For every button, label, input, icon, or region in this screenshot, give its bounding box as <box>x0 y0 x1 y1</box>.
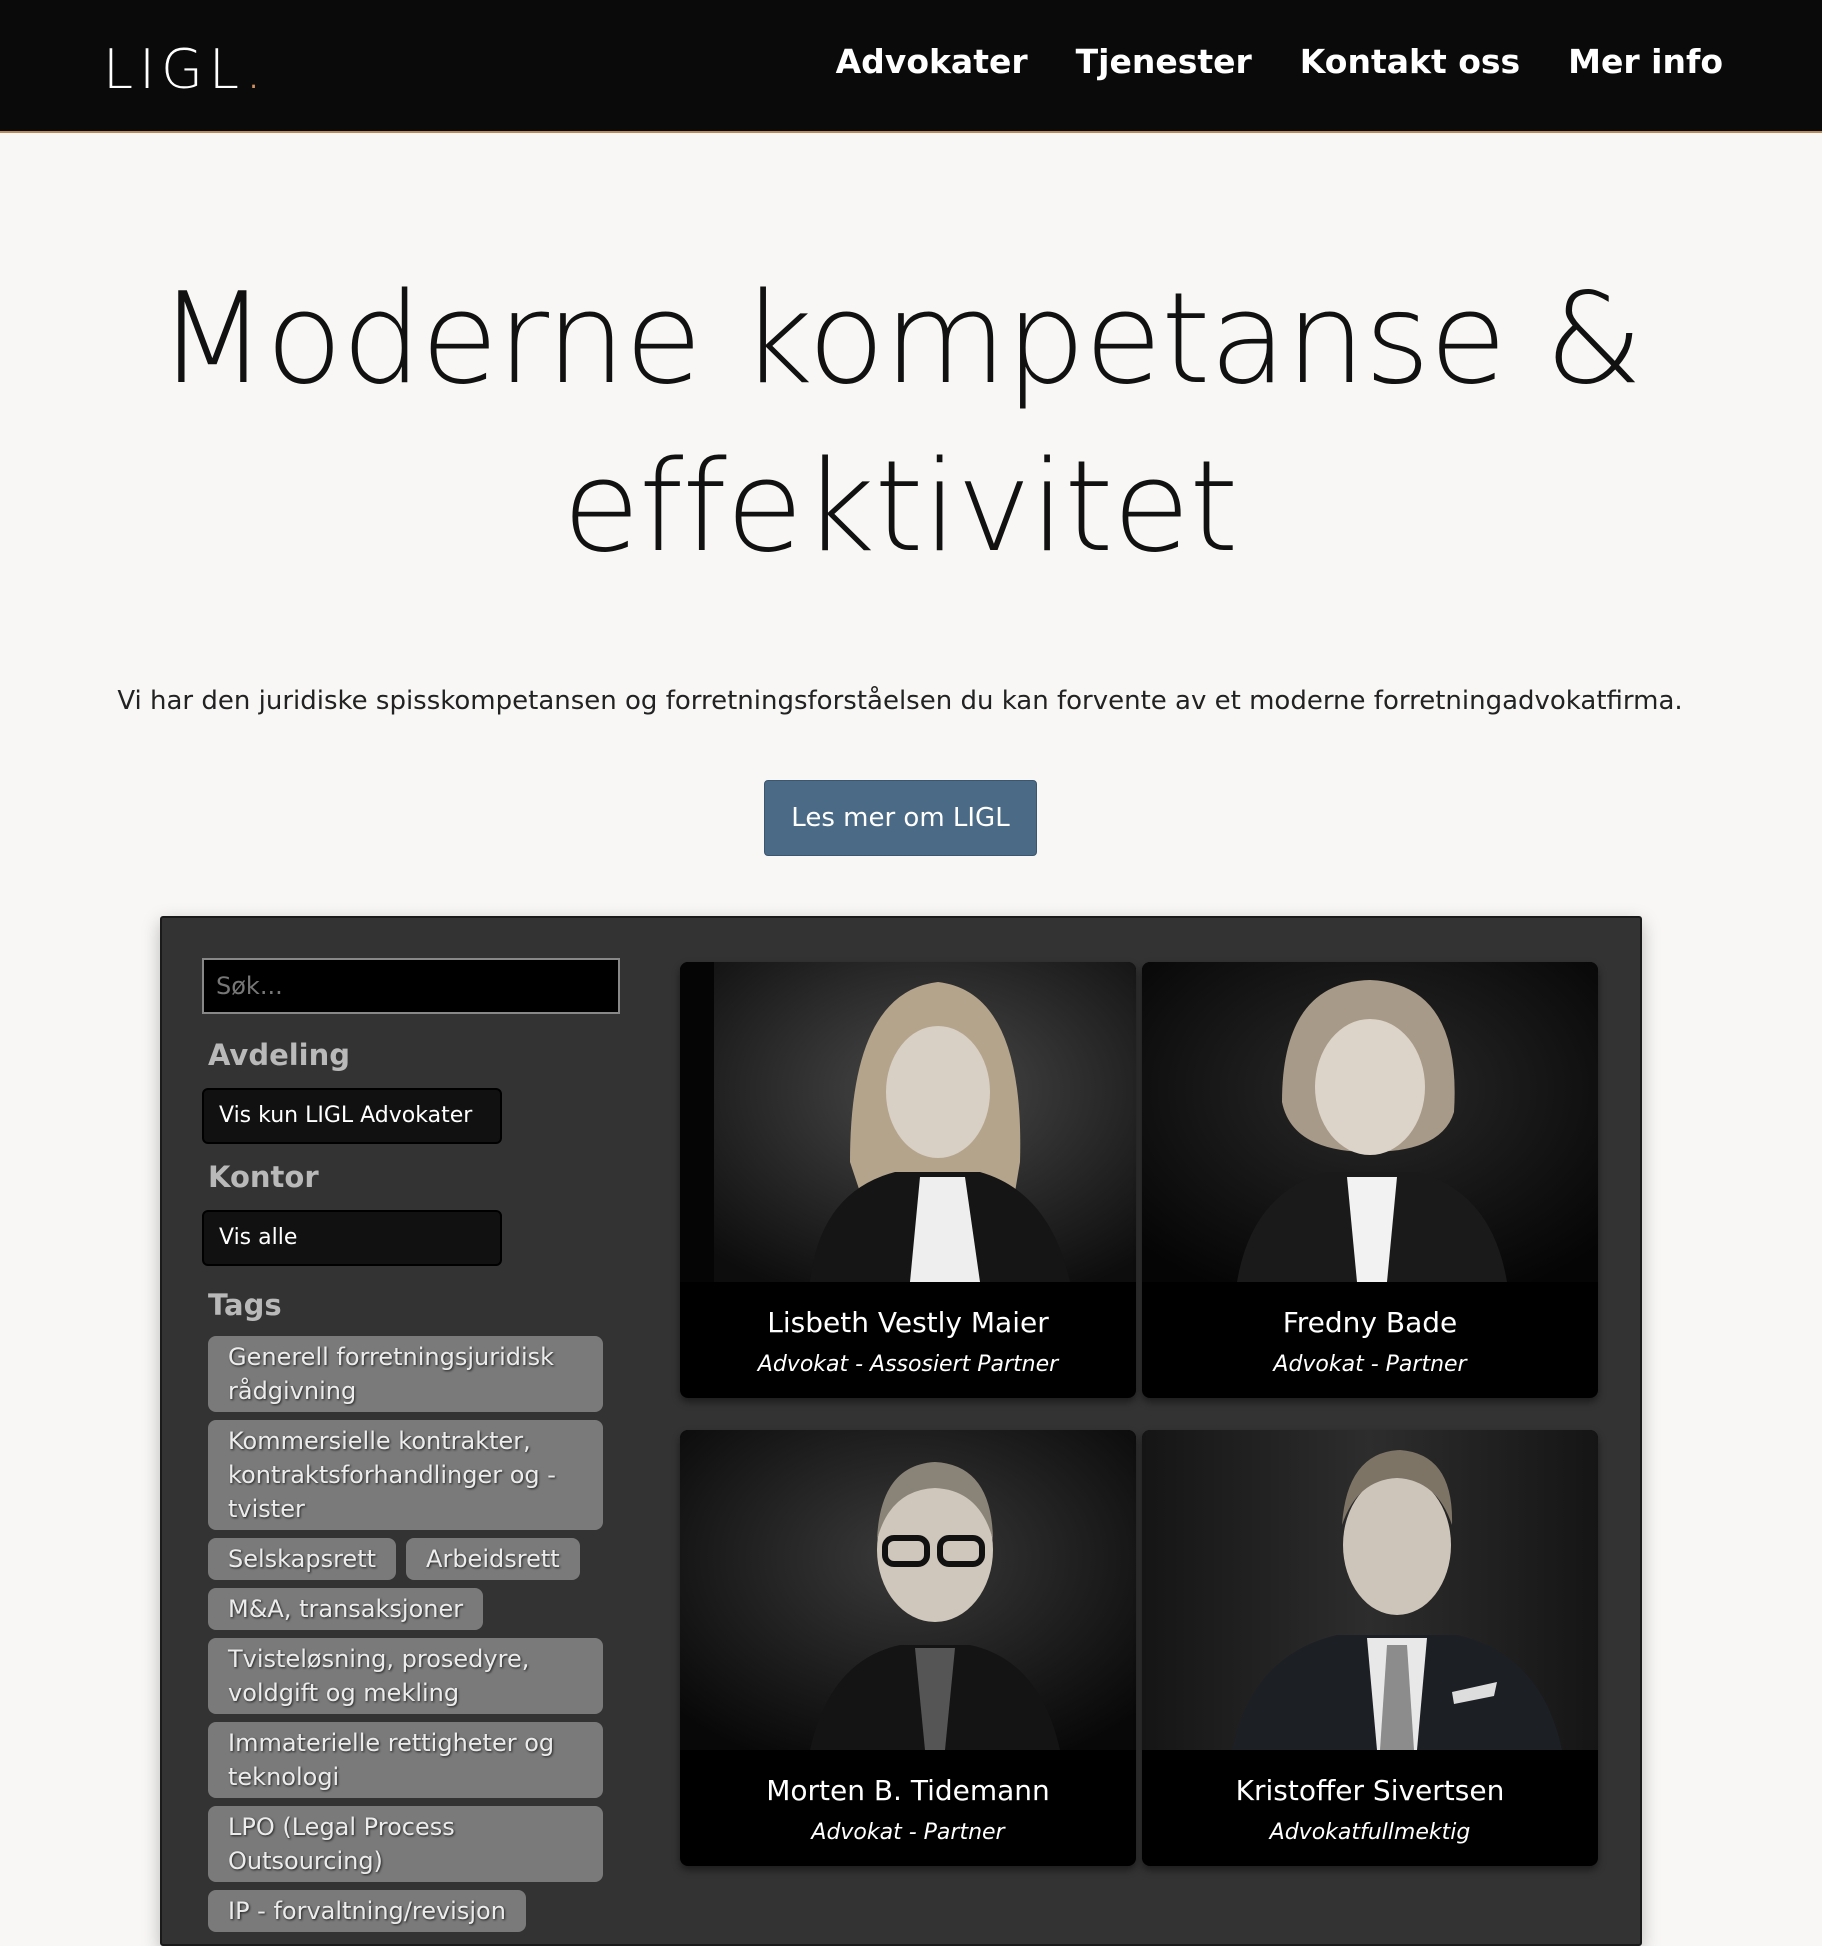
logo-dot: . <box>244 38 269 101</box>
top-navigation-bar: LIGL. Advokater Tjenester Kontakt oss Me… <box>0 0 1822 133</box>
tag-arbeidsrett[interactable]: Arbeidsrett <box>406 1538 580 1580</box>
main-nav: Advokater Tjenester Kontakt oss Mer info <box>836 38 1723 86</box>
department-label: Avdeling <box>208 1038 351 1072</box>
lawyer-name: Fredny Bade <box>1282 1306 1458 1339</box>
lawyer-name: Lisbeth Vestly Maier <box>767 1306 1049 1339</box>
lawyer-role: Advokat - Partner <box>1273 1352 1467 1377</box>
office-label: Kontor <box>208 1160 319 1194</box>
tag-ip-forvaltning[interactable]: IP - forvaltning/revisjon <box>208 1890 526 1932</box>
lawyer-photo <box>1142 962 1598 1282</box>
tag-list: Generell forretningsjuridisk rådgivning … <box>208 1336 608 1932</box>
search-input[interactable]: Søk... <box>202 958 620 1014</box>
department-select[interactable]: Vis kun LIGL Advokater <box>202 1088 502 1144</box>
hero-subtitle: Vi har den juridiske spisskompetansen og… <box>117 686 1683 716</box>
lawyer-card[interactable]: Kristoffer Sivertsen Advokatfullmektig <box>1142 1430 1598 1866</box>
logo-text: LIGL <box>103 38 245 101</box>
lawyer-card[interactable]: Lisbeth Vestly Maier Advokat - Assosiert… <box>680 962 1136 1398</box>
lawyer-directory-panel: Søk... Avdeling Vis kun LIGL Advokater K… <box>160 916 1642 1946</box>
lawyer-name: Kristoffer Sivertsen <box>1235 1774 1505 1807</box>
lawyer-role: Advokatfullmektig <box>1269 1820 1471 1845</box>
lawyer-role: Advokat - Assosiert Partner <box>757 1352 1059 1377</box>
read-more-button[interactable]: Les mer om LIGL <box>764 780 1037 856</box>
tag-kommersielle-kontrakter[interactable]: Kommersielle kontrakter, kontraktsforhan… <box>208 1420 603 1530</box>
nav-tjenester[interactable]: Tjenester <box>1076 38 1252 86</box>
nav-kontakt-oss[interactable]: Kontakt oss <box>1300 38 1520 86</box>
lawyer-name: Morten B. Tidemann <box>766 1774 1050 1807</box>
tag-lpo[interactable]: LPO (Legal Process Outsourcing) <box>208 1806 603 1882</box>
tag-tvistelosning[interactable]: Tvisteløsning, prosedyre, voldgift og me… <box>208 1638 603 1714</box>
lawyer-photo <box>680 1430 1136 1750</box>
tag-generell[interactable]: Generell forretningsjuridisk rådgivning <box>208 1336 603 1412</box>
office-select[interactable]: Vis alle <box>202 1210 502 1266</box>
hero-title: Moderne kompetanse & effektivitet <box>0 255 1800 591</box>
tag-selskapsrett[interactable]: Selskapsrett <box>208 1538 397 1580</box>
lawyer-card[interactable]: Morten B. Tidemann Advokat - Partner <box>680 1430 1136 1866</box>
lawyer-role: Advokat - Partner <box>811 1820 1005 1845</box>
hero-title-line2: effektivitet <box>562 433 1238 580</box>
nav-mer-info[interactable]: Mer info <box>1568 38 1723 86</box>
tag-m-and-a[interactable]: M&A, transaksjoner <box>208 1588 484 1630</box>
lawyer-photo <box>1142 1430 1598 1750</box>
lawyer-card[interactable]: Fredny Bade Advokat - Partner <box>1142 962 1598 1398</box>
tag-immaterielle-rettigheter[interactable]: Immaterielle rettigheter og teknologi <box>208 1722 603 1798</box>
nav-advokater[interactable]: Advokater <box>836 38 1028 86</box>
tags-label: Tags <box>208 1288 282 1322</box>
lawyer-photo <box>680 962 1136 1282</box>
ligl-logo[interactable]: LIGL. <box>103 42 268 98</box>
hero-title-line1: Moderne kompetanse & <box>157 265 1643 412</box>
